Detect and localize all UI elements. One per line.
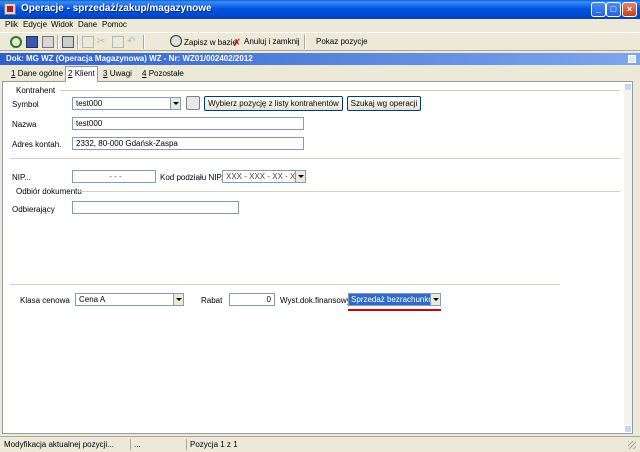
minimize-icon[interactable]: _ xyxy=(591,2,606,17)
cancel-close-button[interactable]: ✗ Anuluj i zamknij xyxy=(232,35,300,49)
chevron-down-icon[interactable] xyxy=(170,98,180,109)
price-class-value: Cena A xyxy=(79,295,106,304)
save-to-db-button[interactable]: Zapisz w bazie xyxy=(170,35,237,49)
group-divider xyxy=(60,90,620,91)
symbol-value: test000 xyxy=(76,99,103,108)
tab-panel xyxy=(2,81,633,434)
chevron-down-icon[interactable] xyxy=(295,171,305,182)
document-header-bar: Dok: MG WZ (Operacja Magazynowa) WZ - Nr… xyxy=(0,53,640,65)
group-receipt-label: Odbiór dokumentu xyxy=(16,187,82,196)
document-header: Dok: MG WZ (Operacja Magazynowa) WZ - Nr… xyxy=(6,54,253,63)
save-to-db-label: Zapisz w bazie xyxy=(184,38,237,47)
menu-edycje[interactable]: Edycje xyxy=(23,20,47,29)
title-bar[interactable]: Operacje - sprzedaż/zakup/magazynowe _ □… xyxy=(0,0,640,19)
vertical-scrollbar[interactable] xyxy=(624,83,632,433)
disk-icon xyxy=(170,35,182,47)
resize-grip-icon[interactable] xyxy=(628,441,636,449)
tab-pozostale[interactable]: 4 Pozostałe xyxy=(140,67,186,81)
menu-plik[interactable]: Plik xyxy=(5,20,18,29)
copy-icon[interactable] xyxy=(82,36,94,48)
search-by-operation-button[interactable]: Szukaj wg operacji xyxy=(347,96,421,111)
close-icon[interactable]: × xyxy=(622,2,637,17)
show-items-button[interactable]: Pokaz pozycje xyxy=(316,35,368,49)
cancel-close-label: Anuluj i zamknij xyxy=(244,37,300,46)
save-icon[interactable] xyxy=(26,36,38,48)
nip-division-value: XXX - XXX - XX - XX xyxy=(226,172,301,181)
print-icon[interactable] xyxy=(62,36,74,48)
receiver-label: Odbierający xyxy=(12,205,55,214)
status-position: Pozycja 1 z 1 xyxy=(190,440,238,449)
address-label: Adres kontah. xyxy=(12,140,62,149)
tab-uwagi[interactable]: 3 Uwagi xyxy=(101,67,134,81)
address-field[interactable]: 2332, 80-000 Gdańsk-Zaspa xyxy=(72,137,304,150)
symbol-label: Symbol xyxy=(12,100,39,109)
chevron-down-icon[interactable] xyxy=(430,294,440,305)
cancel-icon: ✗ xyxy=(232,38,242,49)
scroll-up-icon[interactable] xyxy=(624,83,632,91)
tab-label: Dane ogólne xyxy=(17,69,64,78)
scroll-down-icon[interactable] xyxy=(624,425,632,433)
chevron-down-icon[interactable] xyxy=(173,294,183,305)
toolbar-separator xyxy=(304,35,306,49)
nip-division-label: Kod podziału NIP... xyxy=(160,173,228,182)
tab-key: 4 xyxy=(142,69,147,78)
nip-label: NIP... xyxy=(12,173,31,182)
menu-dane[interactable]: Dane xyxy=(78,20,97,29)
group-kontrahent-label: Kontrahent xyxy=(16,86,56,95)
window-title: Operacje - sprzedaż/zakup/magazynowe xyxy=(21,3,212,14)
delete-doc-icon[interactable] xyxy=(42,36,54,48)
financial-doc-value: Sprzedaż bezrachunkowa xyxy=(349,294,440,305)
menu-widok[interactable]: Widok xyxy=(51,20,73,29)
section-divider xyxy=(10,284,560,285)
toolbar-separator xyxy=(143,35,145,49)
nip-division-combo[interactable]: XXX - XXX - XX - XX xyxy=(222,170,306,183)
status-bar: Modyfikacja aktualnej pozycji... ... Poz… xyxy=(0,436,640,452)
section-divider xyxy=(10,158,620,159)
app-icon[interactable] xyxy=(4,3,16,15)
financial-doc-label: Wyst.dok.finansowy: xyxy=(280,296,353,305)
group-divider xyxy=(78,191,620,192)
cut-icon[interactable]: ✂ xyxy=(97,36,109,48)
financial-doc-combo[interactable]: Sprzedaż bezrachunkowa xyxy=(348,293,441,306)
symbol-combo[interactable]: test000 xyxy=(72,97,181,110)
menu-pomoc[interactable]: Pomoc xyxy=(102,20,127,29)
discount-field[interactable]: 0 xyxy=(229,293,275,306)
name-label: Nazwa xyxy=(12,120,37,129)
tab-key: 3 xyxy=(103,69,108,78)
nip-field[interactable]: - - - xyxy=(72,170,156,183)
tab-label: Uwagi xyxy=(109,69,132,78)
toolbar: ✂ ↶ Zapisz w bazie ✗ Anuluj i zamknij Pok… xyxy=(0,32,640,51)
discount-label: Rabat xyxy=(201,296,223,305)
name-field[interactable]: test000 xyxy=(72,117,304,130)
tab-label: Pozostałe xyxy=(148,69,184,78)
toolbar-separator xyxy=(77,35,79,49)
toolbar-separator xyxy=(57,35,59,49)
tab-key: 1 xyxy=(11,69,16,78)
tab-dane-ogolne[interactable]: 1 Dane ogólne xyxy=(9,67,65,81)
refresh-icon[interactable] xyxy=(10,36,22,48)
contractor-card-icon[interactable] xyxy=(186,96,200,110)
undo-icon[interactable]: ↶ xyxy=(127,36,139,48)
highlight-underline xyxy=(348,309,441,311)
maximize-icon[interactable]: □ xyxy=(606,2,621,17)
show-items-label: Pokaz pozycje xyxy=(316,37,368,46)
price-class-label: Klasa cenowa xyxy=(20,296,70,305)
receiver-field[interactable] xyxy=(72,201,239,214)
tab-key: 2 xyxy=(68,69,73,78)
price-class-combo[interactable]: Cena A xyxy=(75,293,184,306)
tab-label: Klient xyxy=(74,69,95,78)
restore-icon[interactable] xyxy=(628,55,636,63)
choose-contractor-button[interactable]: Wybierz pozycję z listy kontrahentów xyxy=(204,96,343,111)
status-message: Modyfikacja aktualnej pozycji... xyxy=(4,439,131,450)
tab-klient[interactable]: 2 Klient xyxy=(65,66,98,82)
status-mid: ... xyxy=(134,439,187,450)
menu-bar: Plik Edycje Widok Dane Pomoc xyxy=(0,19,640,32)
paste-icon[interactable] xyxy=(112,36,124,48)
